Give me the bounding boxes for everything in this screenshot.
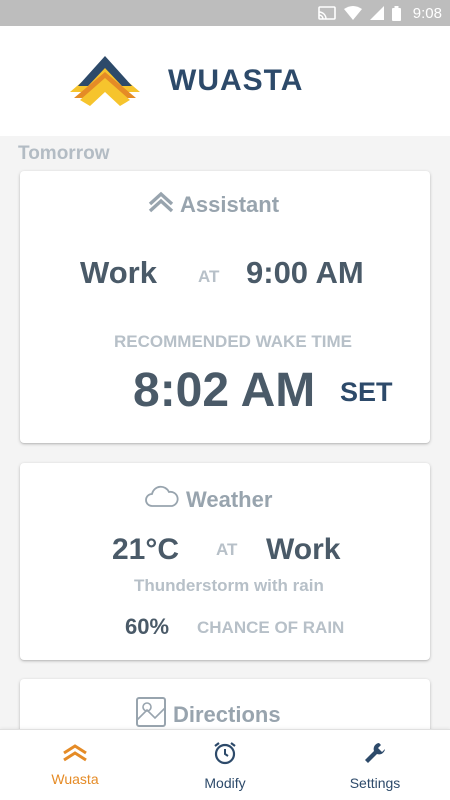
cast-icon [317, 6, 336, 20]
weather-title: Weather [186, 487, 273, 512]
nav-item-wuasta[interactable]: Wuasta [0, 730, 150, 800]
weather-temperature: 21°C [112, 533, 180, 566]
status-bar: 9:08 [0, 0, 450, 26]
battery-icon [391, 5, 401, 21]
wuasta-logo [70, 56, 140, 113]
weather-condition: Thunderstorm with rain [134, 576, 324, 595]
bottom-navigation: Wuasta Modify Settings [0, 729, 450, 800]
assistant-icon [148, 191, 174, 219]
app-title: WUASTA [168, 64, 304, 97]
wuasta-icon [62, 743, 88, 767]
wrench-icon [362, 740, 388, 771]
weather-card: Weather 21°C AT Work Thunderstorm with r… [20, 463, 430, 660]
assistant-card: Assistant Work AT 9:00 AM RECOMMENDED WA… [20, 171, 430, 443]
recommended-wake-time: 8:02 AM [133, 364, 316, 417]
rain-chance-value: 60% [125, 614, 170, 639]
nav-label-wuasta: Wuasta [51, 770, 99, 787]
weather-location: Work [266, 533, 341, 566]
section-title: Tomorrow [18, 143, 110, 164]
nav-label-settings: Settings [349, 774, 401, 791]
signal-icon [369, 6, 384, 20]
wifi-icon [343, 6, 362, 20]
assistant-card-header: Assistant [148, 191, 279, 219]
set-alarm-button[interactable]: SET [340, 377, 393, 408]
assistant-at-label: AT [198, 267, 220, 286]
assistant-arrival-time: 9:00 AM [246, 255, 364, 290]
app-header: WUASTA [0, 26, 450, 136]
assistant-destination: Work [80, 255, 157, 290]
nav-item-modify[interactable]: Modify [150, 730, 300, 800]
alarm-clock-icon [212, 740, 238, 771]
recommended-wake-label: RECOMMENDED WAKE TIME [114, 332, 352, 351]
nav-label-modify: Modify [204, 774, 246, 791]
cloud-icon [144, 485, 180, 515]
weather-card-header: Weather [144, 485, 272, 515]
assistant-title: Assistant [180, 192, 280, 217]
rain-chance-label: CHANCE OF RAIN [197, 618, 345, 637]
directions-title: Directions [173, 702, 281, 727]
nav-item-settings[interactable]: Settings [300, 730, 450, 800]
status-time: 9:08 [412, 4, 442, 22]
weather-at-label: AT [216, 540, 238, 559]
